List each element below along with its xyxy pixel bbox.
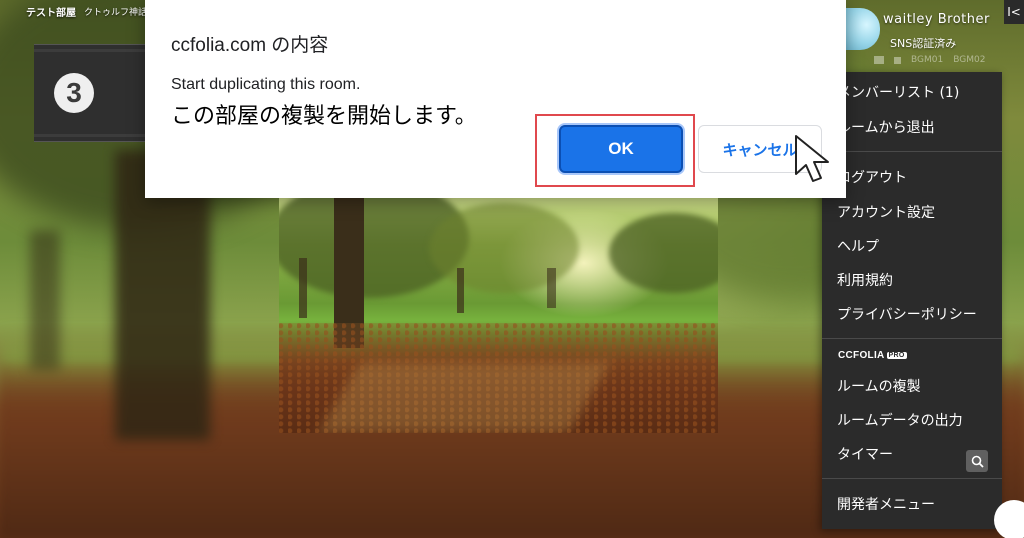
menu-item-export-room-data[interactable]: ルームデータの出力 xyxy=(837,410,963,430)
app-root: テスト部屋 クトゥルフ神話 3 waitley Brother SNS認証済み … xyxy=(0,0,1024,538)
ccfolia-logo-text: CCFOLIA xyxy=(838,350,885,361)
dialog-title: ccfolia.com の内容 xyxy=(171,35,329,56)
floating-action-button[interactable] xyxy=(994,500,1024,538)
scene-image xyxy=(279,198,718,433)
room-name[interactable]: テスト部屋 xyxy=(26,4,76,19)
mouse-cursor-icon xyxy=(795,135,829,182)
room-scenario: クトゥルフ神話 xyxy=(84,7,148,18)
menu-item-timer[interactable]: タイマー xyxy=(837,444,893,464)
stop-icon[interactable] xyxy=(894,56,901,64)
user-header[interactable]: waitley Brother SNS認証済み xyxy=(846,0,1000,58)
dialog-message-ja: この部屋の複製を開始します。 xyxy=(171,104,477,129)
pro-badge: PRO xyxy=(886,352,907,359)
ok-button[interactable]: OK xyxy=(559,125,683,173)
menu-item-account-settings[interactable]: アカウント設定 xyxy=(837,202,935,222)
menu-item-terms[interactable]: 利用規約 xyxy=(837,270,893,290)
menu-item-developer-menu[interactable]: 開発者メニュー xyxy=(837,494,935,514)
scene-canopy xyxy=(429,203,579,293)
menu-divider xyxy=(822,151,1002,152)
volume-icon[interactable] xyxy=(874,56,884,64)
scene-trunk xyxy=(457,268,464,313)
menu-item-help[interactable]: ヘルプ xyxy=(837,236,879,256)
bgm-label[interactable]: BGM02 xyxy=(953,55,985,65)
menu-item-duplicate-room[interactable]: ルームの複製 xyxy=(837,376,921,396)
panel-bar xyxy=(34,134,146,137)
bg-trunk-small xyxy=(30,230,60,370)
avatar[interactable] xyxy=(846,8,880,50)
round-counter-panel: 3 xyxy=(34,44,146,142)
menu-item-logout[interactable]: ログアウト xyxy=(837,167,907,187)
menu-item-member-list[interactable]: メンバーリスト (1) xyxy=(837,82,959,102)
magnifier-icon xyxy=(971,455,984,468)
user-status: SNS認証済み xyxy=(890,37,957,50)
round-number-badge[interactable]: 3 xyxy=(54,73,94,113)
scene-trunk xyxy=(299,258,307,318)
scene-trunk xyxy=(547,268,556,308)
menu-item-privacy-policy[interactable]: プライバシーポリシー xyxy=(837,304,977,324)
panel-bar xyxy=(34,49,146,52)
bgm-label[interactable]: BGM01 xyxy=(911,55,943,65)
scene-path xyxy=(318,363,610,433)
confirm-dialog: ccfolia.com の内容 Start duplicating this r… xyxy=(145,0,846,198)
menu-divider xyxy=(822,338,1002,339)
dialog-message-en: Start duplicating this room. xyxy=(171,76,361,93)
menu-divider xyxy=(822,478,1002,479)
zoom-icon[interactable] xyxy=(966,450,988,472)
bgm-row: BGM01 BGM02 xyxy=(846,52,1016,68)
collapse-panel-icon[interactable]: I< xyxy=(1004,0,1024,24)
ccfolia-pro-label: CCFOLIA PRO xyxy=(838,350,907,361)
user-name: waitley Brother xyxy=(883,12,990,27)
menu-item-leave-room[interactable]: ルームから退出 xyxy=(837,117,935,137)
